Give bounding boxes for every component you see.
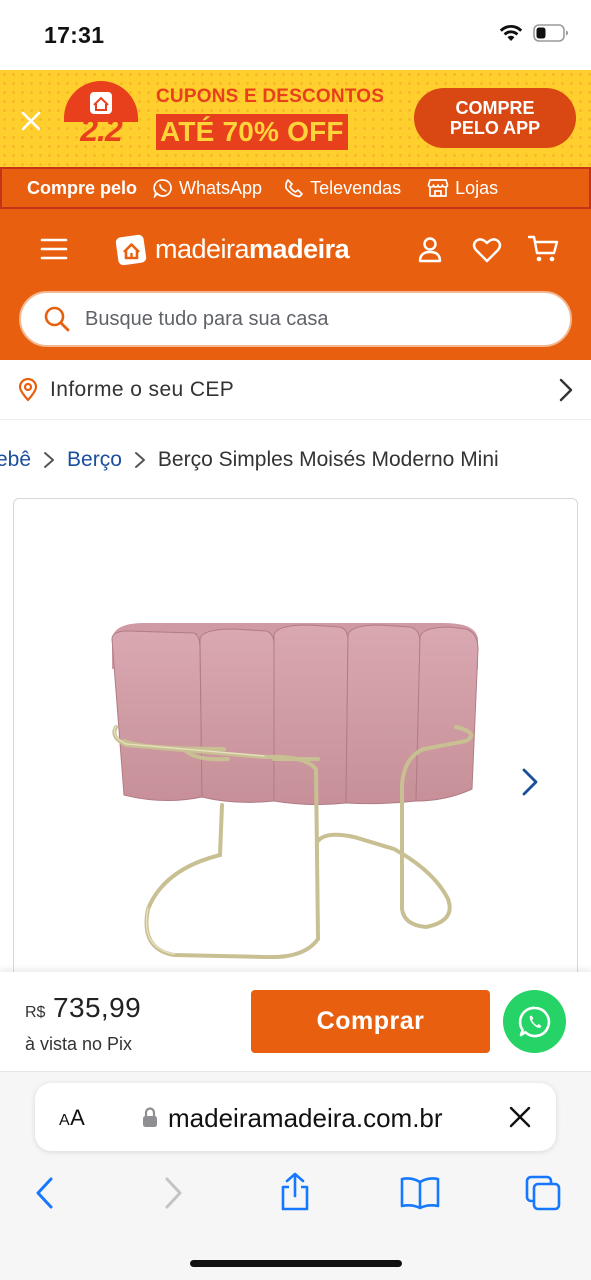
location-pin-icon bbox=[18, 377, 38, 402]
search-icon bbox=[43, 305, 71, 333]
promo-banner[interactable]: 2.2 CUPONS E DESCONTOS ATÉ 70% OFF COMPR… bbox=[0, 70, 591, 167]
home-indicator bbox=[190, 1260, 402, 1267]
bookmarks-icon[interactable] bbox=[400, 1176, 440, 1210]
product-gallery bbox=[13, 498, 578, 1018]
whatsapp-icon bbox=[518, 1005, 552, 1039]
cart-icon[interactable] bbox=[528, 235, 560, 263]
share-icon[interactable] bbox=[278, 1172, 312, 1212]
search-input[interactable] bbox=[85, 307, 525, 331]
contact-bar: Compre pelo WhatsApp Televendas Lojas bbox=[0, 167, 591, 209]
status-icons bbox=[499, 24, 569, 42]
aa-large: A bbox=[70, 1105, 86, 1130]
close-icon[interactable] bbox=[509, 1106, 531, 1128]
lock-icon bbox=[142, 1106, 158, 1128]
aa-small: A bbox=[59, 1112, 71, 1129]
logo-icon bbox=[115, 232, 149, 266]
tabs-icon[interactable] bbox=[524, 1174, 562, 1212]
logo-wordmark: madeiramadeira bbox=[155, 233, 350, 265]
user-icon[interactable] bbox=[416, 235, 444, 263]
menu-icon[interactable] bbox=[40, 237, 68, 261]
address-bar[interactable]: AA madeiramadeira.com.br bbox=[35, 1083, 556, 1151]
promo-headline: CUPONS E DESCONTOS bbox=[156, 86, 385, 107]
breadcrumb-link-berco[interactable]: Berço bbox=[67, 448, 122, 472]
contact-lojas[interactable]: Lojas bbox=[427, 178, 498, 199]
logo-light: madeira bbox=[155, 233, 250, 264]
compre-pelo-app-label: COMPRE PELO APP bbox=[449, 98, 541, 138]
whatsapp-icon bbox=[153, 178, 173, 198]
breadcrumb-separator-icon bbox=[43, 450, 55, 470]
bassinet-product-image bbox=[104, 609, 484, 959]
logo-bold: madeira bbox=[249, 233, 350, 264]
contact-lojas-label: Lojas bbox=[455, 177, 499, 198]
buy-bar: R$ 735,99 à vista no Pix Comprar bbox=[0, 972, 591, 1072]
status-bar: 17:31 bbox=[0, 0, 591, 70]
browser-toolbar: AA madeiramadeira.com.br bbox=[0, 1072, 591, 1280]
promo-badge-text: 2.2 bbox=[80, 112, 122, 148]
breadcrumb-link-bebe[interactable]: ebê bbox=[0, 448, 31, 472]
promo-discount: ATÉ 70% OFF bbox=[156, 114, 348, 150]
compre-pelo-app-button[interactable]: COMPRE PELO APP bbox=[414, 88, 576, 148]
site-header: madeiramadeira bbox=[0, 209, 591, 360]
forward-icon[interactable] bbox=[163, 1176, 183, 1210]
back-icon[interactable] bbox=[35, 1176, 55, 1210]
site-logo[interactable]: madeiramadeira bbox=[115, 232, 350, 266]
wifi-icon bbox=[499, 24, 523, 42]
contact-whatsapp-label: WhatsApp bbox=[179, 177, 263, 198]
price-value: 735,99 bbox=[53, 992, 142, 1023]
reader-settings-button[interactable]: AA bbox=[59, 1105, 85, 1131]
breadcrumb: ebê Berço Berço Simples Moisés Moderno M… bbox=[0, 440, 591, 480]
battery-icon bbox=[533, 24, 569, 42]
contact-whatsapp[interactable]: WhatsApp bbox=[153, 178, 262, 199]
cep-row[interactable]: Informe o seu CEP bbox=[0, 360, 591, 420]
contact-televendas[interactable]: Televendas bbox=[284, 178, 401, 199]
contact-televendas-label: Televendas bbox=[310, 177, 402, 198]
contact-lead: Compre pelo bbox=[27, 177, 138, 198]
heart-icon[interactable] bbox=[472, 237, 502, 263]
close-icon[interactable] bbox=[18, 108, 44, 134]
breadcrumb-separator-icon bbox=[134, 450, 146, 470]
breadcrumb-current: Berço Simples Moisés Moderno Mini bbox=[157, 448, 499, 471]
price-currency: R$ bbox=[25, 1004, 46, 1021]
store-icon bbox=[427, 178, 449, 198]
buy-button[interactable]: Comprar bbox=[251, 990, 490, 1053]
cep-label: Informe o seu CEP bbox=[50, 377, 235, 401]
price-note: à vista no Pix bbox=[25, 1034, 133, 1054]
chevron-right-icon bbox=[559, 378, 573, 402]
whatsapp-button[interactable] bbox=[503, 990, 566, 1053]
status-time: 17:31 bbox=[44, 22, 105, 48]
search-bar[interactable] bbox=[19, 291, 572, 347]
chevron-right-icon[interactable] bbox=[520, 767, 540, 797]
url-text: madeiramadeira.com.br bbox=[168, 1103, 443, 1133]
phone-icon bbox=[284, 178, 304, 198]
